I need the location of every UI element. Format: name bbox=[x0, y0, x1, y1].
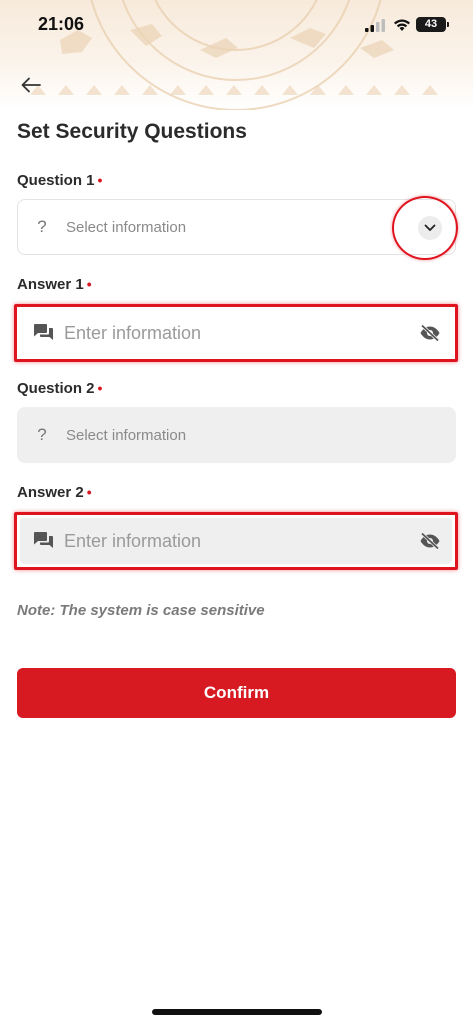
question-2-label-text: Question 2 bbox=[17, 380, 95, 397]
answer-1-field bbox=[14, 304, 458, 362]
wifi-icon bbox=[394, 19, 410, 31]
answer-2-field-inner bbox=[20, 518, 452, 564]
required-marker: • bbox=[86, 484, 92, 500]
answer-1-label: Answer 1 • bbox=[17, 276, 92, 293]
question-1-select[interactable]: ? Select information bbox=[17, 199, 456, 255]
answer-2-field bbox=[14, 512, 458, 570]
status-time: 21:06 bbox=[38, 14, 85, 34]
battery-level: 43 bbox=[424, 18, 438, 30]
case-sensitive-note: Note: The system is case sensitive bbox=[17, 602, 265, 619]
question-2-select[interactable]: ? Select information bbox=[17, 407, 456, 463]
back-button[interactable] bbox=[16, 70, 46, 100]
battery-indicator: 43 bbox=[416, 17, 449, 32]
answer-2-visibility-toggle[interactable] bbox=[408, 532, 452, 550]
question-mark-icon: ? bbox=[37, 425, 47, 444]
security-questions-screen: 21:06 43 Set Security Questions Question… bbox=[0, 0, 473, 1024]
question-1-label: Question 1 • bbox=[17, 172, 102, 189]
status-bar: 21:06 43 bbox=[0, 0, 473, 50]
eye-off-icon bbox=[420, 324, 440, 342]
home-indicator bbox=[152, 1009, 322, 1015]
question-mark-icon: ? bbox=[37, 217, 47, 236]
chat-bubbles-icon bbox=[24, 323, 64, 343]
required-marker: • bbox=[97, 172, 103, 188]
answer-1-visibility-toggle[interactable] bbox=[408, 324, 452, 342]
answer-1-input[interactable] bbox=[64, 322, 408, 344]
page-title: Set Security Questions bbox=[17, 120, 247, 143]
question-2-label: Question 2 • bbox=[17, 380, 102, 397]
answer-2-input[interactable] bbox=[64, 530, 408, 552]
cellular-signal-icon bbox=[365, 19, 385, 32]
answer-1-field-inner bbox=[20, 310, 452, 356]
question-2-placeholder: Select information bbox=[66, 426, 187, 444]
dropdown-highlight-circle bbox=[392, 196, 458, 260]
answer-2-label-text: Answer 2 bbox=[17, 484, 84, 501]
chat-bubbles-icon bbox=[24, 531, 64, 551]
answer-1-label-text: Answer 1 bbox=[17, 276, 84, 293]
arrow-left-icon bbox=[21, 77, 41, 93]
question-1-label-text: Question 1 bbox=[17, 172, 95, 189]
confirm-button[interactable]: Confirm bbox=[17, 668, 456, 718]
eye-off-icon bbox=[420, 532, 440, 550]
answer-2-label: Answer 2 • bbox=[17, 484, 92, 501]
required-marker: • bbox=[86, 276, 92, 292]
required-marker: • bbox=[97, 380, 103, 396]
